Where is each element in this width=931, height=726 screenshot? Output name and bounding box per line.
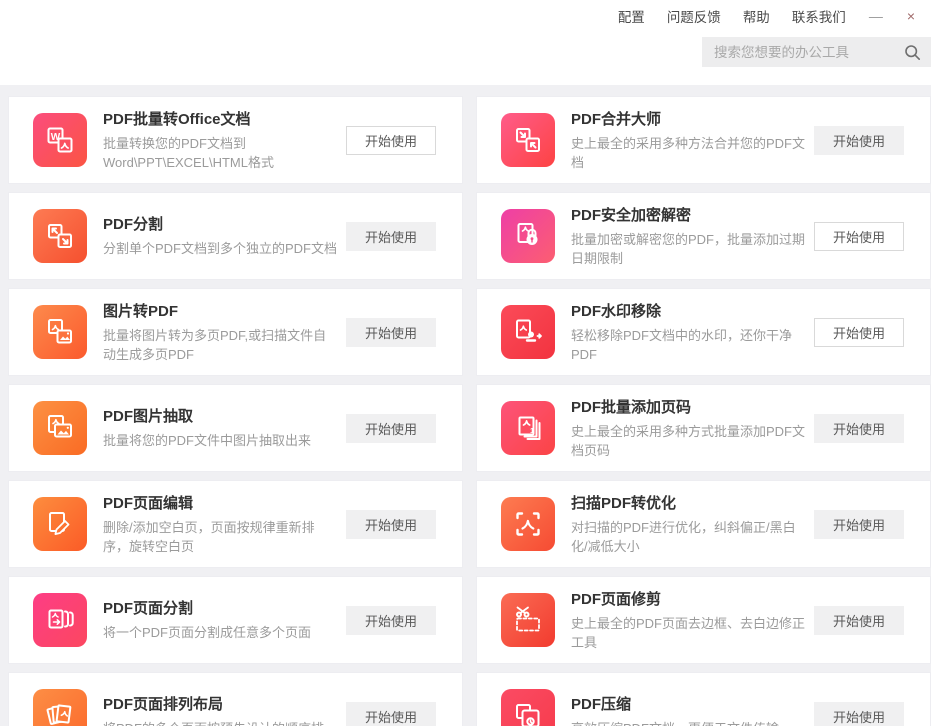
- tool-card: W PDF批量转Office文档 批量转换您的PDF文档到 Word\PPT\E…: [8, 96, 463, 184]
- pdf-split-icon: [33, 209, 87, 263]
- tool-title: PDF页面修剪: [571, 588, 806, 609]
- tool-description: 将PDF的多个页面按预先设计的顺序排: [103, 719, 338, 726]
- pdf-compress-icon: [501, 689, 555, 726]
- menubar: 配置 问题反馈 帮助 联系我们 — ×: [607, 2, 927, 30]
- tool-description: 批量转换您的PDF文档到 Word\PPT\EXCEL\HTML格式: [103, 134, 338, 173]
- tool-description: 批量将图片转为多页PDF,或扫描文件自动生成多页PDF: [103, 326, 338, 365]
- tool-title: PDF分割: [103, 213, 338, 234]
- tool-description: 高效压缩PDF文档，更便于文件传输: [571, 719, 806, 726]
- tool-description: 批量加密或解密您的PDF，批量添加过期日期限制: [571, 230, 806, 269]
- tool-description: 轻松移除PDF文档中的水印，还你干净PDF: [571, 326, 806, 365]
- start-using-button[interactable]: 开始使用: [346, 318, 436, 347]
- close-button[interactable]: ×: [895, 6, 927, 26]
- tool-description: 史上最全的PDF页面去边框、去白边修正工具: [571, 614, 806, 653]
- tool-title: PDF图片抽取: [103, 405, 338, 426]
- start-using-button[interactable]: 开始使用: [346, 702, 436, 726]
- start-using-button[interactable]: 开始使用: [814, 414, 904, 443]
- start-using-button[interactable]: 开始使用: [814, 222, 904, 251]
- tool-description: 将一个PDF页面分割成任意多个页面: [103, 623, 338, 643]
- tool-card: PDF页面排列布局 将PDF的多个页面按预先设计的顺序排 开始使用: [8, 672, 463, 726]
- tool-title: PDF安全加密解密: [571, 204, 806, 225]
- tool-card: PDF分割 分割单个PDF文档到多个独立的PDF文档 开始使用: [8, 192, 463, 280]
- tool-card: PDF页面编辑 删除/添加空白页，页面按规律重新排序，旋转空白页 开始使用: [8, 480, 463, 568]
- image-to-pdf-icon: [33, 305, 87, 359]
- page-number-icon: 1: [501, 401, 555, 455]
- tool-card: PDF图片抽取 批量将您的PDF文件中图片抽取出来 开始使用: [8, 384, 463, 472]
- menu-item-contact[interactable]: 联系我们: [781, 2, 857, 30]
- tool-card: 图片转PDF 批量将图片转为多页PDF,或扫描文件自动生成多页PDF 开始使用: [8, 288, 463, 376]
- start-using-button[interactable]: 开始使用: [346, 510, 436, 539]
- pdf-to-office-icon: W: [33, 113, 87, 167]
- page-trim-icon: [501, 593, 555, 647]
- pdf-encrypt-icon: [501, 209, 555, 263]
- tool-title: PDF页面分割: [103, 597, 338, 618]
- tool-description: 对扫描的PDF进行优化，纠斜偏正/黑白化/减低大小: [571, 518, 806, 557]
- start-using-button[interactable]: 开始使用: [814, 606, 904, 635]
- search-icon[interactable]: [904, 44, 921, 61]
- start-using-button[interactable]: 开始使用: [814, 702, 904, 726]
- scan-optimize-icon: [501, 497, 555, 551]
- tool-description: 史上最全的采用多种方法合并您的PDF文档: [571, 134, 806, 173]
- search-input[interactable]: [702, 45, 904, 60]
- start-using-button[interactable]: 开始使用: [814, 318, 904, 347]
- tool-title: PDF页面排列布局: [103, 693, 338, 714]
- minimize-button[interactable]: —: [857, 6, 895, 26]
- tool-card: 扫描PDF转优化 对扫描的PDF进行优化，纠斜偏正/黑白化/减低大小 开始使用: [476, 480, 931, 568]
- search-box: [702, 37, 931, 67]
- page-split-icon: [33, 593, 87, 647]
- window-header: 配置 问题反馈 帮助 联系我们 — ×: [0, 0, 931, 85]
- menu-item-config[interactable]: 配置: [607, 2, 656, 30]
- tool-card: PDF安全加密解密 批量加密或解密您的PDF，批量添加过期日期限制 开始使用: [476, 192, 931, 280]
- tool-card: 1 PDF批量添加页码 史上最全的采用多种方式批量添加PDF文档页码 开始使用: [476, 384, 931, 472]
- tool-description: 史上最全的采用多种方式批量添加PDF文档页码: [571, 422, 806, 461]
- tool-title: PDF批量转Office文档: [103, 108, 338, 129]
- tool-description: 批量将您的PDF文件中图片抽取出来: [103, 431, 338, 451]
- page-edit-icon: [33, 497, 87, 551]
- tool-card: PDF水印移除 轻松移除PDF文档中的水印，还你干净PDF 开始使用: [476, 288, 931, 376]
- menu-item-help[interactable]: 帮助: [732, 2, 781, 30]
- tool-description: 删除/添加空白页，页面按规律重新排序，旋转空白页: [103, 518, 338, 557]
- tool-card-grid: W PDF批量转Office文档 批量转换您的PDF文档到 Word\PPT\E…: [0, 85, 931, 726]
- tool-title: PDF合并大师: [571, 108, 806, 129]
- start-using-button[interactable]: 开始使用: [346, 606, 436, 635]
- tool-card: PDF合并大师 史上最全的采用多种方法合并您的PDF文档 开始使用: [476, 96, 931, 184]
- tool-title: 图片转PDF: [103, 300, 338, 321]
- pdf-merge-icon: [501, 113, 555, 167]
- tool-description: 分割单个PDF文档到多个独立的PDF文档: [103, 239, 338, 259]
- tool-title: PDF水印移除: [571, 300, 806, 321]
- start-using-button[interactable]: 开始使用: [814, 126, 904, 155]
- tool-card: PDF压缩 高效压缩PDF文档，更便于文件传输 开始使用: [476, 672, 931, 726]
- watermark-remove-icon: [501, 305, 555, 359]
- start-using-button[interactable]: 开始使用: [346, 126, 436, 155]
- tool-title: PDF页面编辑: [103, 492, 338, 513]
- menu-item-feedback[interactable]: 问题反馈: [656, 2, 732, 30]
- start-using-button[interactable]: 开始使用: [814, 510, 904, 539]
- tool-title: PDF批量添加页码: [571, 396, 806, 417]
- tool-title: PDF压缩: [571, 693, 806, 714]
- tool-card: PDF页面分割 将一个PDF页面分割成任意多个页面 开始使用: [8, 576, 463, 664]
- pdf-image-extract-icon: [33, 401, 87, 455]
- svg-text:1: 1: [530, 426, 534, 435]
- page-layout-icon: [33, 689, 87, 726]
- tool-card: PDF页面修剪 史上最全的PDF页面去边框、去白边修正工具 开始使用: [476, 576, 931, 664]
- start-using-button[interactable]: 开始使用: [346, 222, 436, 251]
- tool-title: 扫描PDF转优化: [571, 492, 806, 513]
- start-using-button[interactable]: 开始使用: [346, 414, 436, 443]
